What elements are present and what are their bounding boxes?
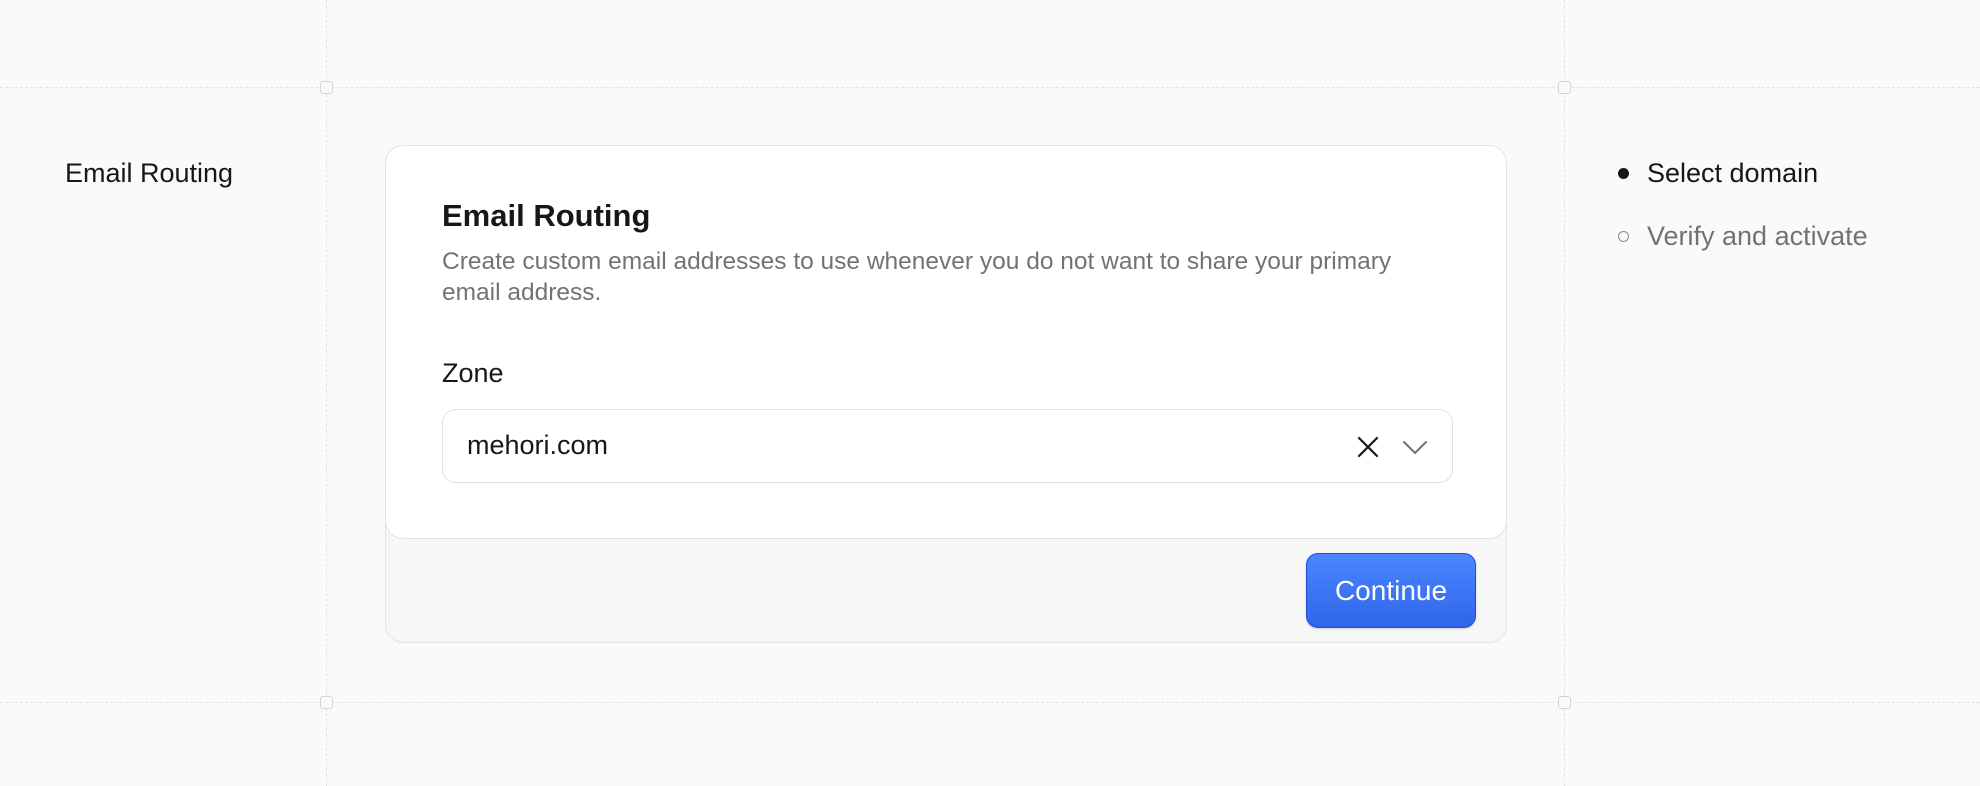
guide-line-left xyxy=(326,0,327,786)
page: Email Routing Email Routing Create custo… xyxy=(0,0,1980,786)
step-active-dot-icon xyxy=(1618,168,1629,179)
zone-select[interactable]: mehori.com xyxy=(442,409,1453,483)
guide-line-top xyxy=(0,87,1980,88)
corner-handle-top-left xyxy=(320,81,333,94)
zone-select-value: mehori.com xyxy=(467,430,609,460)
guide-line-right xyxy=(1564,0,1565,786)
card-body: Email Routing Create custom email addres… xyxy=(386,146,1506,539)
corner-handle-top-right xyxy=(1558,81,1571,94)
guide-line-bottom xyxy=(0,702,1980,703)
zone-label: Zone xyxy=(442,358,504,388)
corner-handle-bottom-left xyxy=(320,696,333,709)
card-title: Email Routing xyxy=(442,198,651,233)
step-label: Select domain xyxy=(1647,158,1819,188)
card-description: Create custom email addresses to use whe… xyxy=(442,248,1392,306)
email-routing-card: Email Routing Create custom email addres… xyxy=(385,145,1507,643)
step-inactive-dot-icon xyxy=(1618,231,1629,242)
step-label: Verify and activate xyxy=(1647,221,1868,251)
setup-steps: Select domain Verify and activate xyxy=(1618,158,1868,284)
step-select-domain[interactable]: Select domain xyxy=(1618,158,1868,221)
section-title: Email Routing xyxy=(65,158,234,188)
chevron-down-icon[interactable] xyxy=(1401,435,1429,459)
close-icon[interactable] xyxy=(1354,433,1382,461)
step-verify-and-activate[interactable]: Verify and activate xyxy=(1618,221,1868,284)
continue-button[interactable]: Continue xyxy=(1306,553,1476,628)
corner-handle-bottom-right xyxy=(1558,696,1571,709)
